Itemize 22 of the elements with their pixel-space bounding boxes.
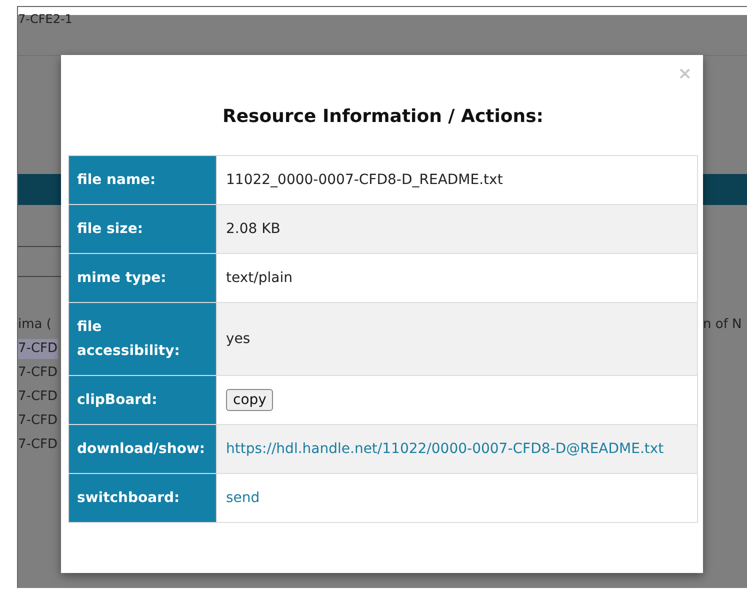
list-item[interactable]: 7-CFD [18,411,58,431]
row-label: file accessibility: [69,303,217,375]
value-text: yes [226,330,250,349]
description-text: ima ( [18,316,52,334]
list-item[interactable]: 7-CFD [18,387,58,407]
link[interactable]: https://hdl.handle.net/11022/0000-0007-CFD8-D@README.txt [226,437,664,461]
value-text: 11022_0000-0007-CFD8-D_README.txt [226,171,503,190]
list-item[interactable]: 7-CFD [18,363,58,383]
value-text: 2.08 KB [226,220,280,239]
row-label: switchboard: [69,474,217,522]
list-item[interactable]: 7-CFD [18,339,58,359]
row-label: clipBoard: [69,376,217,424]
row-label: file size: [69,205,217,253]
row-label: download/show: [69,425,217,473]
dialog-title: Resource Information / Actions: [221,105,544,129]
copy-button[interactable]: copy [226,389,274,411]
row-label: mime type: [69,254,217,302]
list-item[interactable]: 7-CFD [18,435,58,455]
row-label: file name: [69,156,217,204]
description-text: n of N [703,316,743,334]
value-text: text/plain [226,269,292,288]
link[interactable]: send [226,486,260,510]
